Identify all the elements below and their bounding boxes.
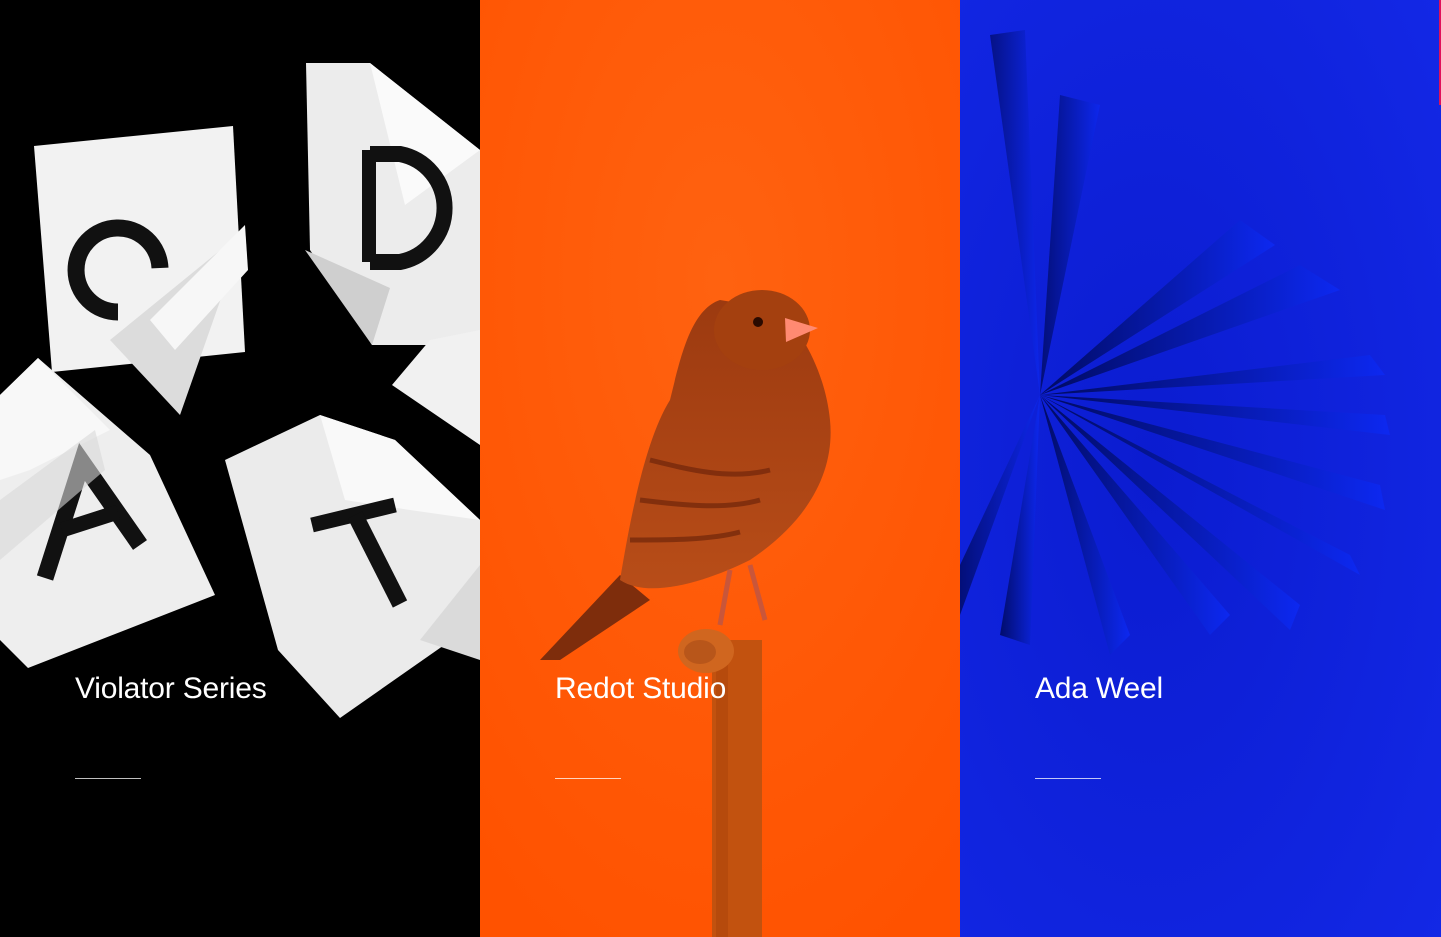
title-underline	[1035, 778, 1101, 779]
project-card-redot-studio[interactable]: Redot Studio	[480, 0, 960, 937]
project-card-ada-weel[interactable]: Ada Weel	[960, 0, 1441, 937]
project-grid: Violator Series Redot Studio Ada Weel	[0, 0, 1441, 937]
project-title[interactable]: Violator Series	[75, 668, 267, 710]
bird-on-perch-image	[480, 0, 960, 937]
title-underline	[555, 778, 621, 779]
title-underline	[75, 778, 141, 779]
fanned-book-pages-image	[960, 0, 1441, 937]
folded-paper-letters-image	[0, 63, 480, 718]
project-title[interactable]: Ada Weel	[1035, 668, 1163, 710]
project-card-violator-series[interactable]: Violator Series	[0, 0, 480, 937]
project-title[interactable]: Redot Studio	[555, 668, 726, 710]
